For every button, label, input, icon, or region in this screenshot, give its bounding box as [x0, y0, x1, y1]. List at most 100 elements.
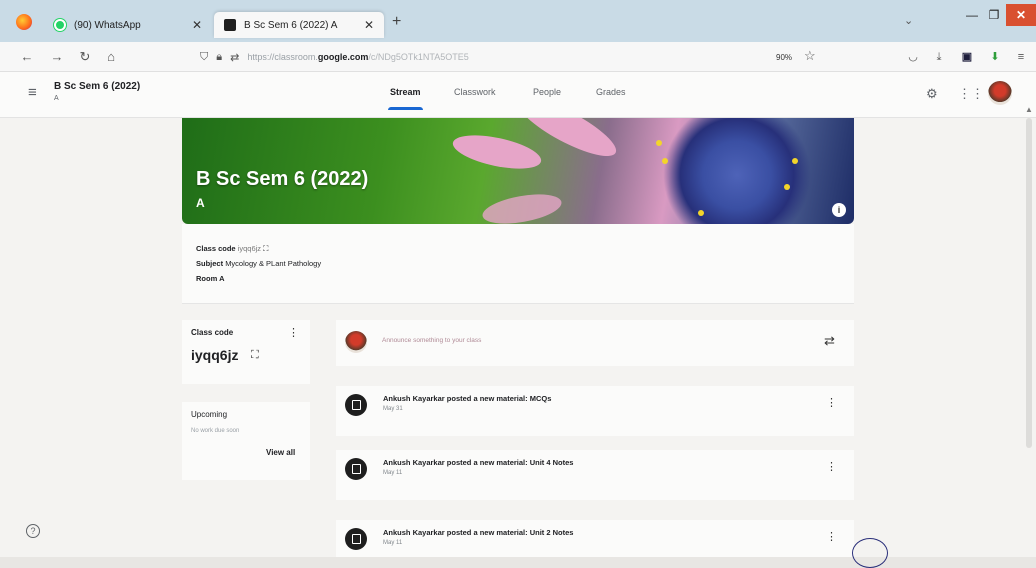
class-code: iyqq6jz [191, 347, 239, 363]
class-code-label: Class code [196, 244, 238, 253]
material-icon [345, 394, 367, 416]
banner-section: A [196, 196, 205, 210]
upcoming-label: Upcoming [191, 410, 228, 419]
tab-people[interactable]: People [533, 87, 561, 97]
maximize-button[interactable]: ❐ [984, 4, 1004, 26]
banner-dot [656, 140, 662, 146]
extension-icon[interactable]: ▣ [960, 50, 974, 64]
post-title[interactable]: Ankush Kayarkar posted a new material: U… [383, 528, 573, 537]
more-vert-icon[interactable]: ⋮ [826, 396, 837, 409]
whatsapp-icon [54, 19, 66, 31]
avatar [345, 331, 367, 353]
tab-classwork[interactable]: Classwork [454, 87, 496, 97]
tab-label: B Sc Sem 6 (2022) A [244, 19, 338, 31]
close-icon[interactable]: ✕ [192, 18, 202, 32]
subject-value: Mycology & PLant Pathology [225, 259, 322, 268]
tab-stream[interactable]: Stream [388, 87, 423, 110]
menu-icon[interactable]: ≡ [1014, 50, 1028, 64]
tab-classroom[interactable]: B Sc Sem 6 (2022) A ✕ [214, 12, 384, 38]
permissions-icon: ⇄ [230, 51, 240, 64]
url-path: /c/NDg5OTk1NTA5OTE5 [368, 52, 469, 62]
upcoming-empty: No work due soon [191, 428, 240, 434]
room-row: Room A [196, 274, 224, 283]
post-date: May 31 [383, 406, 403, 412]
room-value: A [219, 274, 225, 283]
room-label: Room [196, 274, 220, 283]
url-host: google.com [317, 52, 369, 62]
apps-grid-icon[interactable]: ⋮⋮ [958, 86, 984, 102]
new-tab-icon[interactable]: + [392, 13, 401, 31]
tab-label: (90) WhatsApp [74, 19, 141, 31]
announce-placeholder[interactable]: Announce something to your class [382, 337, 481, 344]
banner-title: B Sc Sem 6 (2022) [196, 168, 369, 190]
banner-dot [662, 158, 668, 164]
url-scheme: https://classroom. [247, 52, 318, 62]
scrollbar[interactable] [1026, 118, 1032, 448]
material-icon [345, 528, 367, 550]
browser-tab-strip: (90) WhatsApp ✕ B Sc Sem 6 (2022) A ✕ + … [0, 0, 1036, 42]
pocket-icon[interactable]: ◡ [906, 50, 920, 64]
shield-icon: ⛉ [200, 50, 209, 63]
info-icon[interactable]: i [832, 203, 846, 217]
download-icon[interactable]: ⤓ [932, 50, 946, 64]
fullscreen-icon[interactable]: ⛶ [251, 349, 259, 362]
chevron-down-icon[interactable]: ⌄ [904, 14, 913, 27]
class-code-card-label: Class code [191, 328, 234, 337]
repost-icon[interactable]: ⇄ [824, 333, 835, 349]
class-title[interactable]: B Sc Sem 6 (2022) [54, 81, 140, 92]
avatar[interactable] [988, 81, 1012, 105]
tab-whatsapp[interactable]: (90) WhatsApp ✕ [44, 12, 212, 38]
post-date: May 11 [383, 470, 403, 476]
tab-grades[interactable]: Grades [596, 87, 626, 97]
more-vert-icon[interactable]: ⋮ [826, 530, 837, 543]
class-code-value[interactable]: iyqq6jz [238, 244, 261, 253]
hamburger-menu-icon[interactable]: ≡ [28, 84, 37, 101]
subject-label: Subject [196, 259, 226, 268]
stream-post[interactable]: Ankush Kayarkar posted a new material: U… [336, 450, 854, 500]
view-all-link[interactable]: View all [266, 448, 295, 457]
fullscreen-icon[interactable]: ⛶ [263, 244, 268, 253]
close-icon[interactable]: ✕ [364, 18, 374, 32]
home-icon[interactable]: ⌂ [102, 48, 120, 66]
more-vert-icon[interactable]: ⋮ [288, 326, 299, 339]
class-banner: B Sc Sem 6 (2022) A i [182, 118, 854, 224]
subject-row: Subject Mycology & PLant Pathology [196, 259, 321, 268]
window-close-button[interactable]: ✕ [1006, 4, 1036, 26]
class-code-card: Class code ⋮ iyqq6jz ⛶ [182, 320, 310, 384]
banner-dot [784, 184, 790, 190]
pen-annotation [852, 538, 888, 568]
forward-icon[interactable]: → [48, 48, 66, 66]
minimize-button[interactable]: — [962, 4, 982, 26]
lock-icon: 🔒︎ [216, 50, 223, 63]
class-section: A [54, 95, 59, 102]
reload-icon[interactable]: ↻ [76, 48, 94, 66]
announce-box[interactable]: Announce something to your class ⇄ [336, 320, 854, 366]
firefox-icon[interactable] [16, 14, 32, 30]
more-vert-icon[interactable]: ⋮ [826, 460, 837, 473]
browser-nav-bar: ← → ↻ ⌂ ⛉ 🔒︎ ⇄ https://classroom. google… [0, 42, 1036, 72]
screen: (90) WhatsApp ✕ B Sc Sem 6 (2022) A ✕ + … [0, 0, 1036, 568]
banner-flower [652, 118, 822, 224]
settings-gear-icon[interactable]: ⚙ [926, 86, 938, 102]
back-icon[interactable]: ← [18, 48, 36, 66]
url-bar[interactable]: ⛉ 🔒︎ ⇄ https://classroom. google.com /c/… [200, 46, 830, 68]
scroll-up-icon[interactable]: ▲ [1025, 105, 1033, 114]
extension-icon[interactable]: ⬇ [988, 50, 1002, 64]
post-title[interactable]: Ankush Kayarkar posted a new material: M… [383, 394, 551, 403]
stream-post[interactable]: Ankush Kayarkar posted a new material: U… [336, 520, 854, 557]
banner-dot [792, 158, 798, 164]
class-details: Class code iyqq6jz ⛶ Subject Mycology & … [182, 224, 854, 304]
material-icon [345, 458, 367, 480]
banner-petal [480, 189, 564, 224]
stream-post[interactable]: Ankush Kayarkar posted a new material: M… [336, 386, 854, 436]
zoom-level[interactable]: 90% [776, 53, 792, 62]
classroom-header: ≡ B Sc Sem 6 (2022) A Stream Classwork P… [0, 72, 1036, 118]
help-icon[interactable]: ? [26, 524, 40, 538]
upcoming-card: Upcoming No work due soon View all [182, 402, 310, 480]
bookmark-star-icon[interactable]: ☆ [804, 48, 816, 64]
banner-dot [698, 210, 704, 216]
post-title[interactable]: Ankush Kayarkar posted a new material: U… [383, 458, 573, 467]
classroom-icon [224, 19, 236, 31]
banner-petal [450, 128, 544, 176]
post-date: May 11 [383, 540, 403, 546]
